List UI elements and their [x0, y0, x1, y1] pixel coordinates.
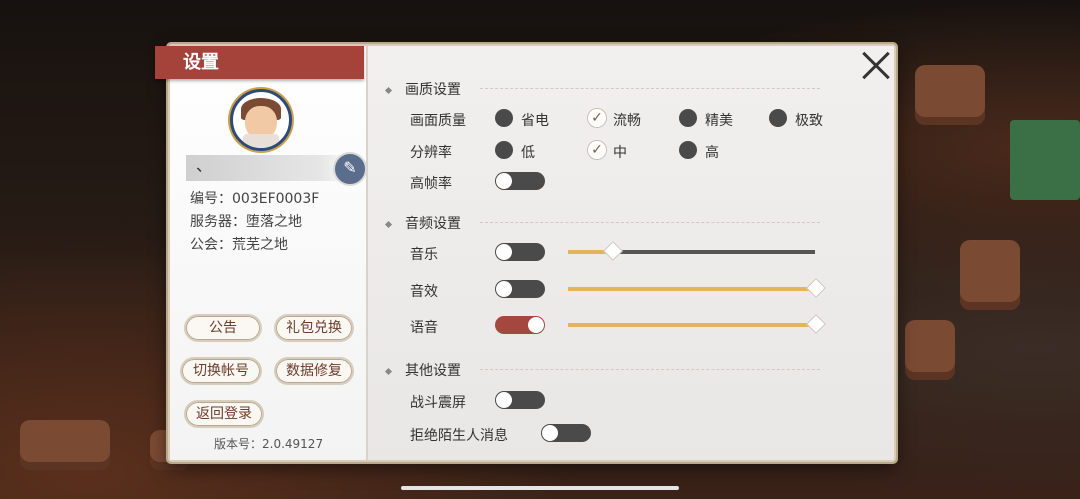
battle-shake-label: 战斗震屏 [410, 395, 466, 411]
music-label: 音乐 [410, 247, 438, 263]
voice-slider-fill [568, 323, 815, 327]
player-name: 、 [186, 155, 354, 181]
reject-strangers-toggle[interactable] [541, 424, 591, 442]
resolution-option-0: 低 [521, 145, 535, 161]
player-guild: 公会：荒芜之地 [190, 237, 288, 253]
close-icon[interactable] [860, 50, 892, 82]
music-toggle[interactable] [495, 243, 545, 261]
quality-label: 画面质量 [410, 113, 466, 129]
data-repair-button[interactable]: 数据修复 [274, 357, 354, 385]
audio-divider [480, 222, 820, 223]
resolution-option-2: 高 [705, 145, 719, 161]
resolution-radio-0[interactable] [495, 141, 513, 159]
gift-redeem-button[interactable]: 礼包兑换 [274, 314, 354, 342]
quality-option-2: 精美 [705, 113, 733, 129]
sfx-slider-fill [568, 287, 815, 291]
resolution-radio-2[interactable] [679, 141, 697, 159]
quality-radio-3[interactable] [769, 109, 787, 127]
quality-option-1: 流畅 [613, 113, 641, 129]
quality-option-3: 极致 [795, 113, 823, 129]
panel-divider [366, 46, 368, 460]
resolution-radio-1[interactable]: ✓ [587, 140, 607, 160]
voice-slider[interactable] [568, 314, 826, 334]
music-slider[interactable] [568, 241, 815, 261]
audio-header: 音频设置 [384, 213, 461, 233]
reject-strangers-label: 拒绝陌生人消息 [410, 428, 508, 444]
quality-radio-1[interactable]: ✓ [587, 108, 607, 128]
graphics-header: 画质设置 [384, 79, 461, 99]
other-header: 其他设置 [384, 360, 461, 380]
notice-button[interactable]: 公告 [184, 314, 262, 342]
sfx-slider[interactable] [568, 278, 826, 298]
back-to-login-button[interactable]: 返回登录 [184, 400, 264, 428]
version-label: 版本号：2.0.49127 [214, 437, 324, 451]
home-indicator[interactable] [401, 486, 679, 490]
voice-label: 语音 [410, 320, 438, 336]
switch-account-button[interactable]: 切换帐号 [180, 357, 262, 385]
resolution-label: 分辨率 [410, 145, 452, 161]
resolution-option-1: 中 [613, 145, 627, 161]
quality-option-0: 省电 [521, 113, 549, 129]
sfx-label: 音效 [410, 284, 438, 300]
other-divider [480, 369, 820, 370]
voice-toggle[interactable] [495, 316, 545, 334]
avatar[interactable] [230, 89, 292, 151]
quality-radio-0[interactable] [495, 109, 513, 127]
high-framerate-toggle[interactable] [495, 172, 545, 190]
battle-shake-toggle[interactable] [495, 391, 545, 409]
panel-title: 设置 [155, 46, 364, 79]
quality-radio-2[interactable] [679, 109, 697, 127]
graphics-divider [480, 88, 820, 89]
high-framerate-label: 高帧率 [410, 176, 452, 192]
edit-name-icon[interactable]: ✎ [333, 152, 367, 186]
player-server: 服务器：堕落之地 [190, 214, 302, 230]
sfx-toggle[interactable] [495, 280, 545, 298]
player-id: 编号：003EF0003F [190, 191, 320, 207]
